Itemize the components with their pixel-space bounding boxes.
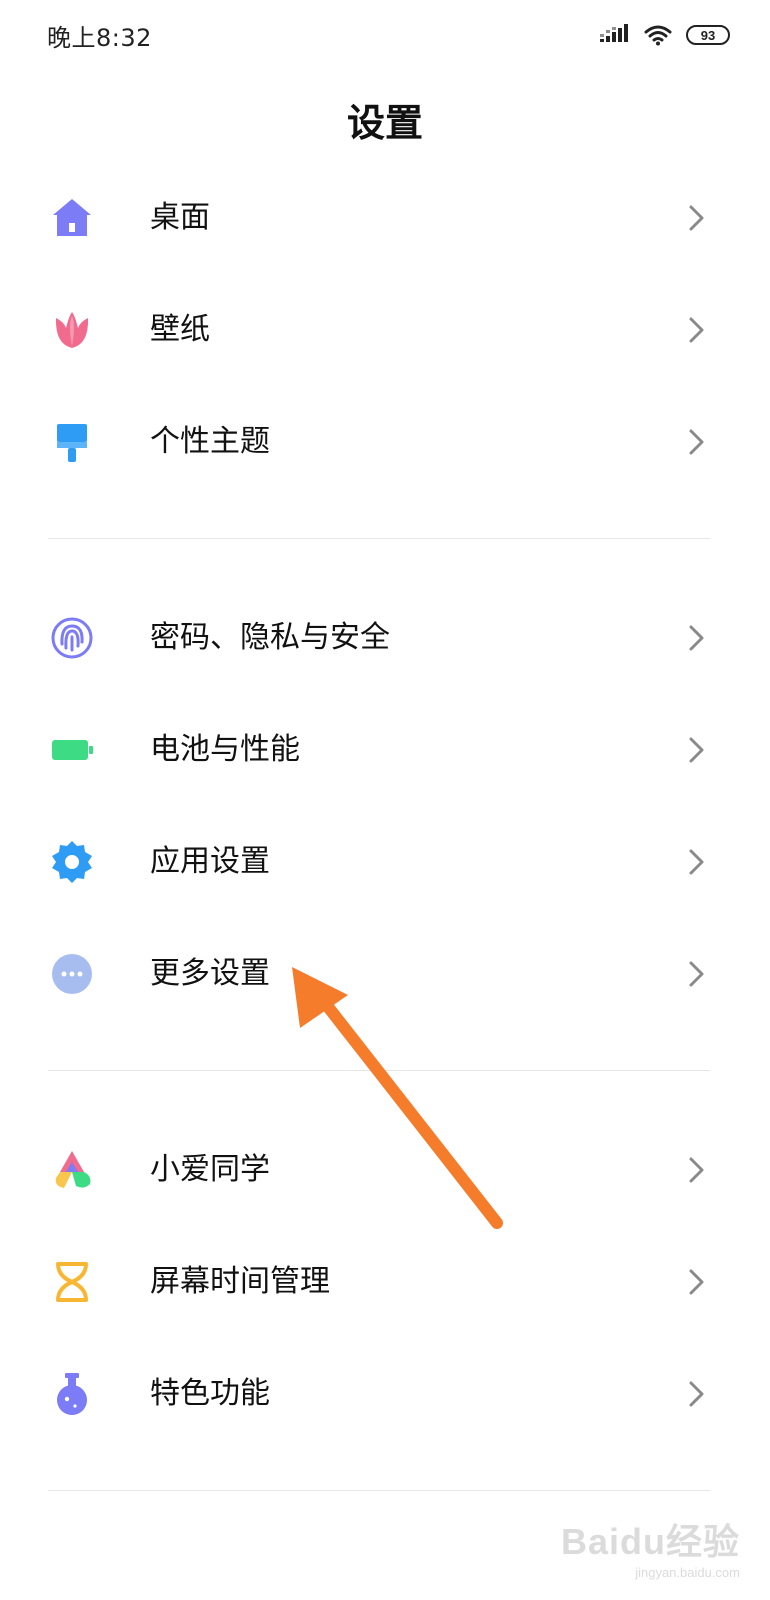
divider (48, 1490, 710, 1491)
settings-item-label: 更多设置 (150, 956, 270, 991)
settings-item-label: 屏幕时间管理 (150, 1264, 330, 1299)
chevron-right-icon (689, 737, 704, 763)
xiaoai-icon (55, 1151, 91, 1188)
settings-item-more[interactable]: 更多设置 (0, 918, 770, 1030)
watermark: Baidu经验 jingyan.baidu.com (561, 1513, 740, 1580)
settings-item-themes[interactable]: 个性主题 (0, 386, 770, 498)
battery-icon (52, 740, 93, 760)
page-title: 设置 (346, 101, 423, 145)
battery-indicator: 93 (686, 25, 730, 45)
chevron-right-icon (689, 961, 704, 987)
more-dots-icon (52, 954, 92, 994)
divider (48, 1070, 710, 1071)
battery-level: 93 (700, 27, 716, 43)
gear-icon (52, 841, 92, 883)
hourglass-icon (56, 1262, 88, 1302)
settings-item-label: 个性主题 (150, 424, 270, 459)
chevron-right-icon (689, 205, 704, 231)
divider (48, 538, 710, 539)
settings-item-wallpaper[interactable]: 壁纸 (0, 274, 770, 386)
settings-item-xiaoai[interactable]: 小爱同学 (0, 1114, 770, 1226)
settings-item-label: 桌面 (150, 200, 210, 235)
chevron-right-icon (689, 849, 704, 875)
flask-icon (57, 1373, 87, 1415)
watermark-logo: Baidu经验 (560, 1521, 740, 1562)
wifi-icon (644, 25, 672, 46)
settings-item-screen-time[interactable]: 屏幕时间管理 (0, 1226, 770, 1338)
settings-item-label: 电池与性能 (150, 732, 300, 767)
settings-item-label: 应用设置 (150, 844, 270, 879)
settings-item-desktop[interactable]: 桌面 (0, 162, 770, 274)
watermark-url: jingyan.baidu.com (635, 1565, 740, 1580)
chevron-right-icon (689, 1381, 704, 1407)
settings-item-label: 特色功能 (150, 1376, 270, 1411)
settings-item-features[interactable]: 特色功能 (0, 1338, 770, 1450)
chevron-right-icon (689, 625, 704, 651)
home-icon (53, 199, 91, 236)
chevron-right-icon (689, 429, 704, 455)
status-icons: 93 (600, 20, 730, 50)
chevron-right-icon (689, 317, 704, 343)
signal-icon (600, 24, 628, 42)
status-time: 晚上8:32 (47, 24, 152, 52)
settings-item-label: 壁纸 (150, 312, 210, 347)
brush-icon (57, 424, 87, 462)
fingerprint-icon (51, 617, 93, 659)
tulip-icon (55, 312, 89, 348)
settings-item-battery[interactable]: 电池与性能 (0, 694, 770, 806)
status-bar: 晚上8:32 93 (0, 0, 770, 70)
settings-item-label: 密码、隐私与安全 (150, 620, 390, 655)
chevron-right-icon (689, 1157, 704, 1183)
chevron-right-icon (689, 1269, 704, 1295)
settings-item-apps[interactable]: 应用设置 (0, 806, 770, 918)
settings-item-privacy[interactable]: 密码、隐私与安全 (0, 582, 770, 694)
settings-item-label: 小爱同学 (150, 1152, 270, 1187)
